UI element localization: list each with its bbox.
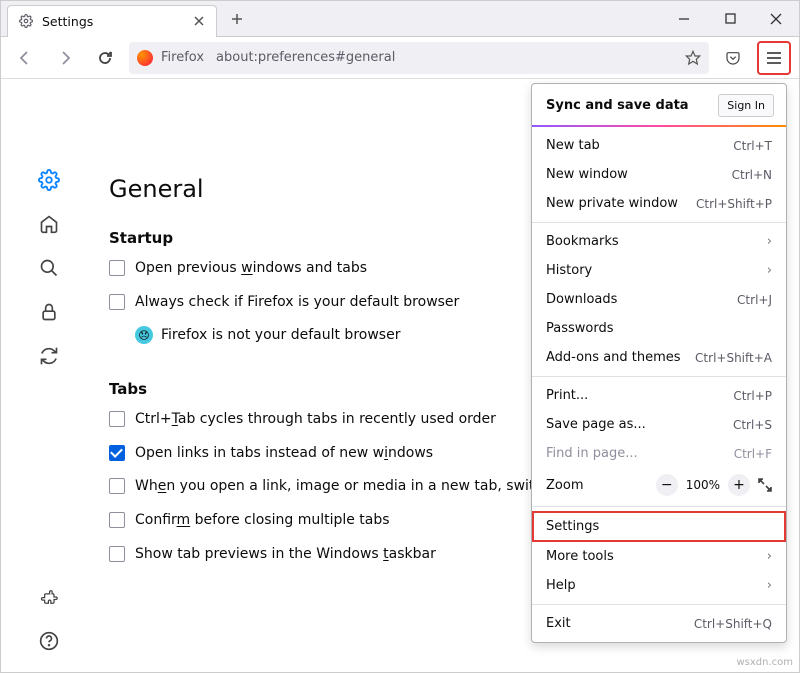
- menu-find-in-page[interactable]: Find in page...Ctrl+F: [532, 439, 786, 468]
- not-default-text: Firefox is not your default browser: [161, 327, 400, 343]
- url-bar[interactable]: Firefox about:preferences#general: [129, 42, 709, 74]
- reload-button[interactable]: [89, 42, 121, 74]
- chevron-right-icon: ›: [767, 234, 772, 249]
- sidebar-search-icon[interactable]: [38, 257, 60, 279]
- sidebar-extensions-icon[interactable]: [38, 586, 60, 608]
- label-when-open: When you open a link, image or media in …: [135, 477, 561, 497]
- browser-tab-settings[interactable]: Settings: [7, 5, 217, 37]
- sidebar-privacy-icon[interactable]: [38, 301, 60, 323]
- checkbox-confirm-close[interactable]: [109, 512, 125, 528]
- label-open-previous: Open previous windows and tabs: [135, 259, 367, 279]
- urlbar-url-text: about:preferences#general: [216, 50, 395, 65]
- menu-zoom-row: Zoom − 100% +: [532, 468, 786, 502]
- menu-signin-button[interactable]: Sign In: [718, 94, 774, 117]
- label-always-check: Always check if Firefox is your default …: [135, 293, 459, 313]
- menu-bookmarks[interactable]: Bookmarks›: [532, 227, 786, 256]
- window-maximize-button[interactable]: [707, 2, 753, 36]
- zoom-out-button[interactable]: −: [656, 474, 678, 496]
- gear-icon: [18, 13, 34, 29]
- urlbar-browser-label: Firefox: [161, 50, 204, 65]
- sidebar-help-icon[interactable]: [38, 630, 60, 652]
- sidebar-home-icon[interactable]: [38, 213, 60, 235]
- settings-sidebar: [1, 79, 97, 672]
- sidebar-general-icon[interactable]: [38, 169, 60, 191]
- bookmark-star-icon[interactable]: [685, 50, 701, 66]
- menu-addons[interactable]: Add-ons and themesCtrl+Shift+A: [532, 343, 786, 372]
- menu-help[interactable]: Help›: [532, 571, 786, 600]
- checkbox-show-previews[interactable]: [109, 546, 125, 562]
- zoom-in-button[interactable]: +: [728, 474, 750, 496]
- window-close-button[interactable]: [753, 2, 799, 36]
- label-confirm-close: Confirm before closing multiple tabs: [135, 511, 390, 531]
- title-bar: Settings: [1, 1, 799, 37]
- new-tab-button[interactable]: [223, 5, 251, 33]
- label-show-previews: Show tab previews in the Windows taskbar: [135, 545, 436, 565]
- sad-face-icon: 😞: [135, 326, 153, 344]
- menu-downloads[interactable]: DownloadsCtrl+J: [532, 285, 786, 314]
- menu-new-window[interactable]: New windowCtrl+N: [532, 160, 786, 189]
- menu-print[interactable]: Print...Ctrl+P: [532, 381, 786, 410]
- menu-settings[interactable]: Settings: [532, 511, 786, 542]
- menu-new-private-window[interactable]: New private windowCtrl+Shift+P: [532, 189, 786, 218]
- label-open-links: Open links in tabs instead of new window…: [135, 444, 433, 464]
- menu-history[interactable]: History›: [532, 256, 786, 285]
- window-minimize-button[interactable]: [661, 2, 707, 36]
- app-menu-panel: Sync and save data Sign In New tabCtrl+T…: [531, 83, 787, 643]
- checkbox-open-links[interactable]: [109, 445, 125, 461]
- forward-button[interactable]: [49, 42, 81, 74]
- label-ctrl-tab: Ctrl+Tab cycles through tabs in recently…: [135, 410, 496, 430]
- menu-exit[interactable]: ExitCtrl+Shift+Q: [532, 609, 786, 638]
- menu-more-tools[interactable]: More tools›: [532, 542, 786, 571]
- menu-sync-title: Sync and save data: [546, 98, 689, 113]
- pocket-button[interactable]: [717, 42, 749, 74]
- sidebar-sync-icon[interactable]: [38, 345, 60, 367]
- checkbox-always-check[interactable]: [109, 294, 125, 310]
- checkbox-open-previous[interactable]: [109, 260, 125, 276]
- watermark: wsxdn.com: [736, 657, 793, 668]
- back-button[interactable]: [9, 42, 41, 74]
- menu-passwords[interactable]: Passwords: [532, 314, 786, 343]
- chevron-right-icon: ›: [767, 578, 772, 593]
- chevron-right-icon: ›: [767, 549, 772, 564]
- zoom-value: 100%: [686, 478, 720, 492]
- menu-new-tab[interactable]: New tabCtrl+T: [532, 131, 786, 160]
- tab-close-button[interactable]: [192, 14, 206, 28]
- menu-zoom-label: Zoom: [546, 478, 654, 493]
- checkbox-when-open[interactable]: [109, 478, 125, 494]
- menu-save-page-as[interactable]: Save page as...Ctrl+S: [532, 410, 786, 439]
- app-menu-button[interactable]: [757, 41, 791, 75]
- menu-gradient-divider: [532, 125, 786, 127]
- fullscreen-icon[interactable]: [758, 478, 772, 492]
- tab-title: Settings: [42, 14, 184, 29]
- firefox-icon: [137, 50, 153, 66]
- checkbox-ctrl-tab[interactable]: [109, 411, 125, 427]
- chevron-right-icon: ›: [767, 263, 772, 278]
- toolbar: Firefox about:preferences#general: [1, 37, 799, 79]
